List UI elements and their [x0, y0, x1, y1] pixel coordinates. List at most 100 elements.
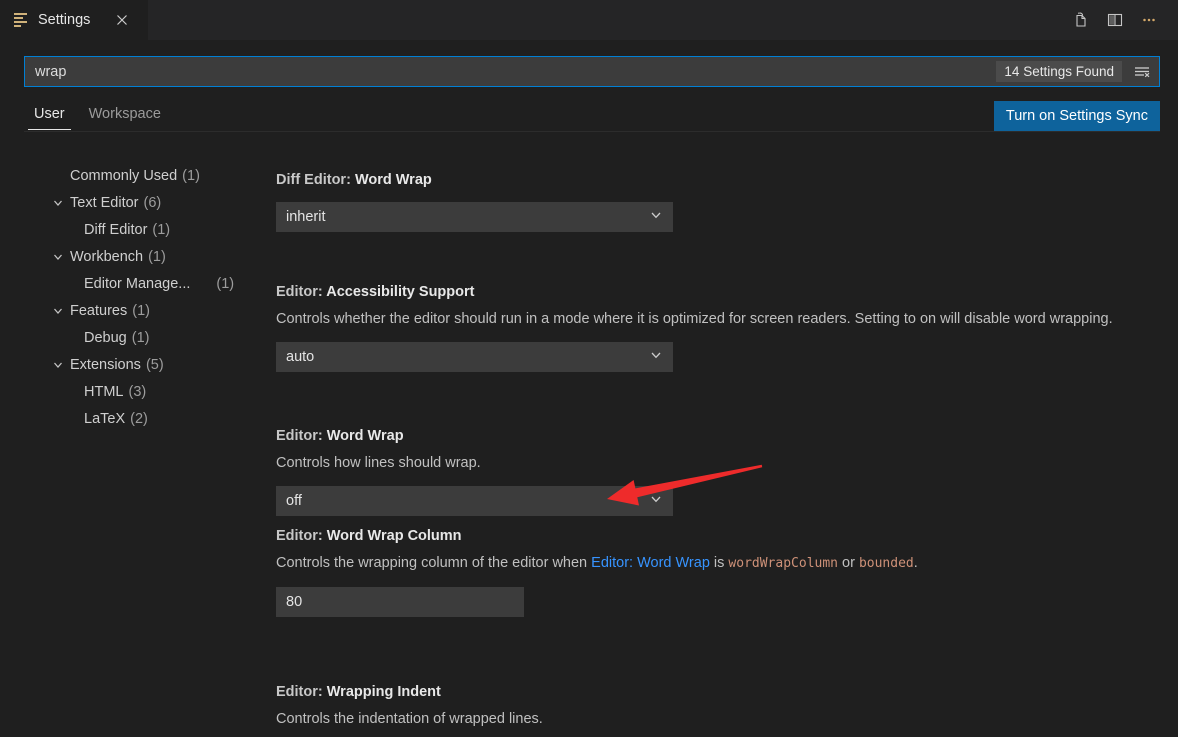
chevron-down-icon[interactable] [50, 249, 66, 265]
split-pane-icon [1107, 13, 1123, 27]
setting-description-text: Controls the wrapping column of the edit… [276, 555, 592, 571]
setting-number-input[interactable] [276, 587, 524, 617]
ellipsis-icon [1143, 18, 1155, 22]
scope-tabs: User Workspace [24, 102, 171, 130]
setting-description-text: is [709, 555, 729, 571]
search-input[interactable] [25, 57, 997, 86]
setting-description: Controls how lines should wrap. [276, 455, 481, 471]
clear-filter-icon[interactable] [1128, 59, 1156, 85]
chevron-down-icon [649, 492, 663, 510]
split-editor-button[interactable] [1100, 5, 1130, 35]
chevron-down-icon[interactable] [50, 303, 66, 319]
toc-item-count: (1) [132, 302, 150, 319]
tab-user[interactable]: User [24, 102, 75, 130]
toc-item-count: (1) [148, 248, 166, 265]
setting-title: Editor: Word Wrap [276, 426, 673, 446]
toc-item-commonly-used[interactable]: Commonly Used (1) [0, 162, 256, 189]
setting-title: Editor: Accessibility Support [276, 282, 1113, 302]
setting-item: Editor: Word Wrap Controls how lines shou… [276, 426, 673, 516]
turn-on-settings-sync-button[interactable]: Turn on Settings Sync [993, 101, 1160, 131]
setting-name: Word Wrap Column [326, 528, 462, 544]
toc-item-label: Diff Editor [84, 221, 148, 238]
toc-item-label: Extensions [70, 356, 141, 373]
toc-item-editor-manage[interactable]: Editor Manage... (1) [0, 270, 256, 297]
toc-item-label: Workbench [70, 248, 144, 265]
table-of-contents: Commonly Used (1) Text Editor (6) Diff Edito… [0, 162, 256, 432]
setting-dropdown-value: auto [286, 349, 315, 365]
toc-item-label: LaTeX [84, 410, 126, 427]
toc-item-count: (1) [131, 329, 150, 346]
chevron-down-icon[interactable] [50, 357, 66, 373]
close-icon[interactable] [112, 10, 132, 30]
setting-item: Editor: Accessibility Support Controls wh… [276, 282, 1113, 372]
toc-item-workbench[interactable]: Workbench (1) [0, 243, 256, 270]
setting-description-text: . [913, 555, 918, 571]
setting-title: Editor: Word Wrap Column [276, 526, 918, 546]
search-row: 14 Settings Found [0, 40, 1178, 92]
setting-name: Accessibility Support [326, 284, 475, 300]
toc-item-count: (5) [145, 356, 164, 373]
setting-description: Controls the indentation of wrapped line… [276, 711, 543, 727]
tab-user-label: User [34, 106, 65, 122]
setting-description-link[interactable]: Editor: Word Wrap [591, 555, 710, 571]
open-settings-json-button[interactable] [1066, 5, 1096, 35]
toc-item-text-editor[interactable]: Text Editor (6) [0, 189, 256, 216]
chevron-down-icon [649, 208, 663, 226]
toc-item-label: Editor Manage... [84, 275, 191, 292]
file-with-arrow-icon [1076, 12, 1086, 27]
toc-item-count: (3) [128, 383, 147, 400]
setting-description-code: bounded [858, 556, 914, 571]
setting-name: Word Wrap [326, 428, 404, 444]
setting-dropdown[interactable]: inherit [276, 202, 673, 232]
setting-dropdown-value: off [286, 493, 302, 509]
toc-item-count: (2) [130, 410, 148, 427]
toc-item-diff-editor[interactable]: Diff Editor (1) [0, 216, 256, 243]
setting-dropdown-value: inherit [286, 209, 326, 225]
setting-category: Diff Editor: [276, 172, 355, 188]
setting-dropdown[interactable]: auto [276, 342, 673, 372]
more-actions-button[interactable] [1134, 5, 1164, 35]
setting-name: Wrapping Indent [326, 684, 441, 700]
toc-item-label: Debug [84, 329, 127, 346]
setting-category: Editor: [276, 428, 327, 444]
editor-actions [1066, 0, 1178, 40]
setting-description: Controls the wrapping column of the edit… [276, 552, 918, 575]
setting-category: Editor: [276, 528, 327, 544]
setting-category: Editor: [276, 284, 327, 300]
setting-description-code: wordWrapColumn [728, 556, 838, 571]
settings-search-box[interactable]: 14 Settings Found [24, 56, 1160, 87]
tab-settings[interactable]: Settings [0, 0, 148, 40]
toc-item-label: HTML [84, 383, 124, 400]
toc-item-latex[interactable]: LaTeX (2) [0, 405, 256, 432]
editor-tab-bar: Settings [0, 0, 1178, 40]
setting-description-text: or [838, 555, 859, 571]
toc-item-count: (6) [143, 194, 162, 211]
settings-body: Commonly Used (1) Text Editor (6) Diff Edito… [0, 142, 1178, 737]
close-glyph [117, 15, 128, 25]
results-count-badge: 14 Settings Found [996, 61, 1122, 82]
setting-dropdown[interactable]: off [276, 486, 673, 516]
toc-item-html[interactable]: HTML (3) [0, 378, 256, 405]
toc-item-count: (1) [152, 221, 171, 238]
toc-item-label: Features [70, 302, 128, 319]
tab-workspace-label: Workspace [88, 106, 161, 122]
toc-item-label: Commonly Used [70, 167, 178, 184]
setting-item: Editor: Wrapping Indent Controls the inde… [276, 682, 543, 730]
tab-workspace[interactable]: Workspace [79, 102, 171, 130]
toc-item-count: (1) [216, 275, 235, 292]
setting-item: Editor: Word Wrap Column Controls the wra… [276, 526, 918, 617]
chevron-down-icon [649, 348, 663, 366]
setting-item: Diff Editor: Word Wrap inherit [276, 170, 673, 232]
setting-name: Word Wrap [354, 172, 432, 188]
toc-item-extensions[interactable]: Extensions (5) [0, 351, 256, 378]
setting-title: Editor: Wrapping Indent [276, 682, 543, 702]
toc-item-label: Text Editor [70, 194, 139, 211]
setting-description: Controls whether the editor should run i… [276, 311, 1113, 327]
setting-title: Diff Editor: Word Wrap [276, 170, 673, 190]
toc-item-debug[interactable]: Debug (1) [0, 324, 256, 351]
chevron-down-icon[interactable] [50, 195, 66, 211]
tab-label: Settings [38, 12, 91, 28]
toc-item-features[interactable]: Features (1) [0, 297, 256, 324]
settings-lines-icon [14, 12, 30, 28]
clear-filter-glyph [1135, 66, 1150, 77]
